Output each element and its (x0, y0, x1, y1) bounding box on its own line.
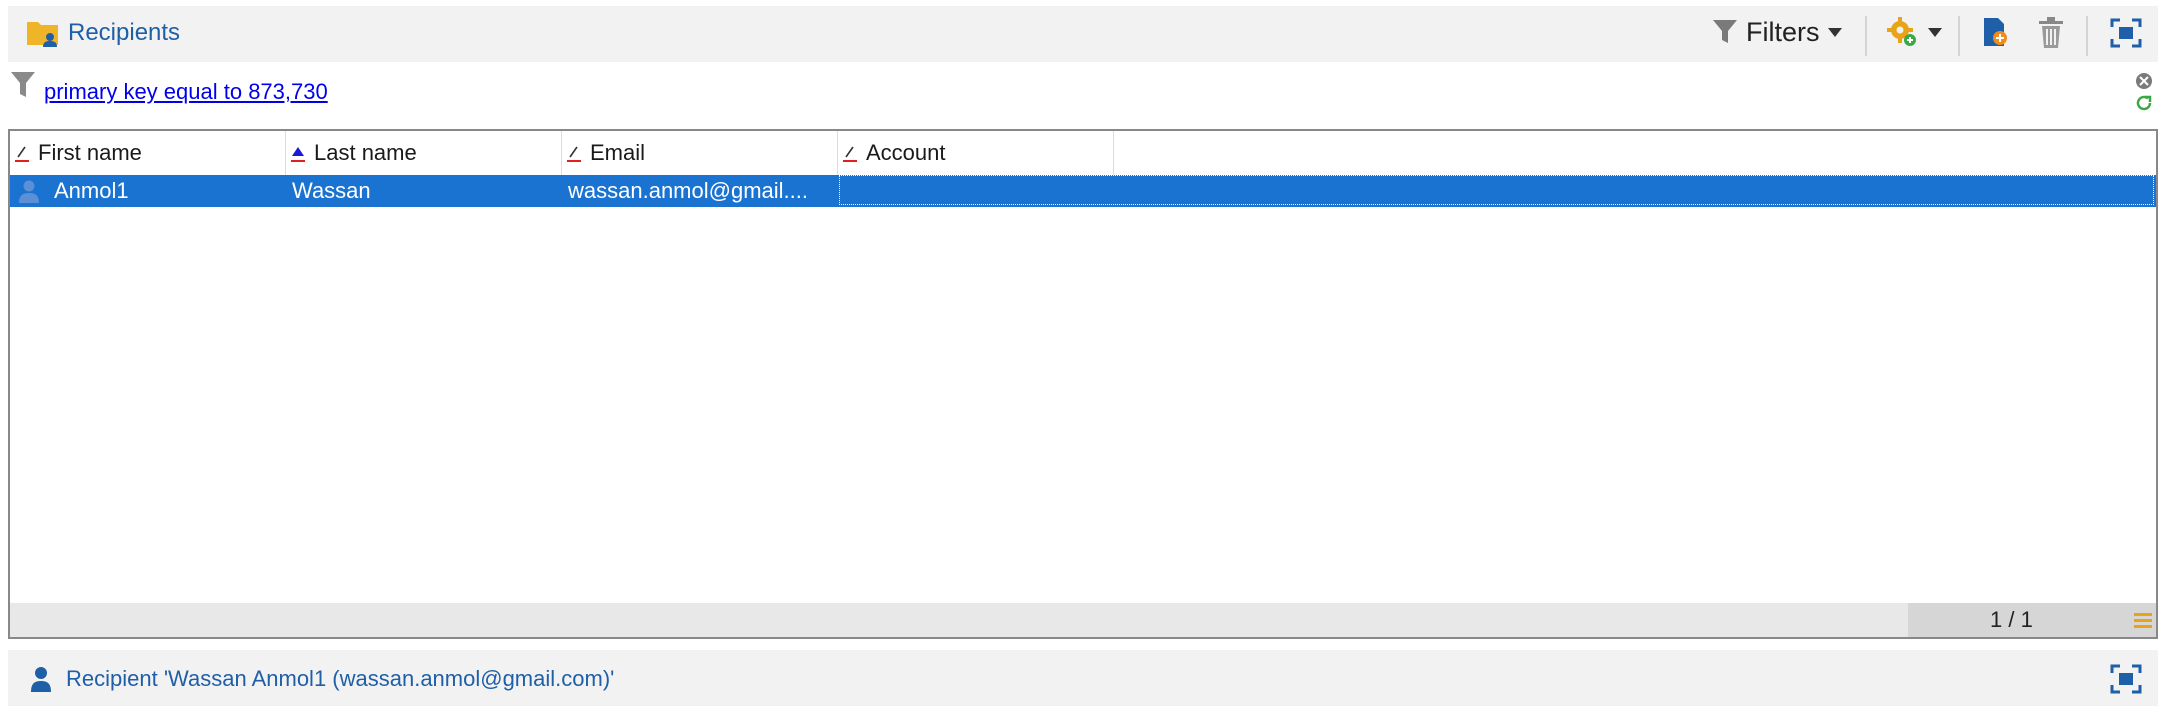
filters-label: Filters (1746, 16, 1820, 47)
list-title: Recipients (68, 19, 181, 46)
maximize-icon (2110, 664, 2142, 694)
sort-ascending-icon (291, 147, 305, 162)
trash-icon (2039, 17, 2063, 48)
page-indicator: 1 / 1 (1990, 607, 2033, 632)
filter-condition-link[interactable]: primary key equal to 873,730 (44, 79, 328, 105)
text-column-icon (843, 146, 857, 162)
cell-email: wassan.anmol@gmail.... (568, 178, 808, 203)
cell-first-name: Anmol1 (54, 178, 129, 203)
grid-footer: 1 / 1 (10, 603, 2156, 637)
column-header-email[interactable]: Email (562, 131, 838, 175)
column-label: Account (866, 140, 946, 165)
maximize-detail-button[interactable] (2110, 664, 2142, 699)
user-icon (31, 667, 51, 692)
column-label: Last name (314, 140, 417, 165)
selected-recipient-label: Recipient 'Wassan Anmol1 (wassan.anmol@g… (66, 666, 615, 691)
menu-icon[interactable] (2134, 611, 2152, 629)
settings-gear-icon (1887, 17, 1916, 46)
column-label: First name (38, 140, 142, 165)
table-row[interactable]: Anmol1 Wassan wassan.anmol@gmail.... (10, 175, 2156, 207)
toolbar-divider (1958, 16, 1960, 56)
funnel-icon (1713, 20, 1737, 43)
recipients-grid: First name Last name Email Account Anmol… (8, 129, 2158, 639)
chevron-down-icon[interactable] (1928, 27, 1942, 37)
list-title-area: Recipients (26, 18, 180, 48)
toolbar-divider (1865, 16, 1867, 56)
new-recipient-icon (1984, 18, 2007, 46)
clear-filter-icon[interactable] (2135, 72, 2153, 90)
new-recipient-button[interactable] (1980, 16, 2010, 53)
funnel-icon (11, 72, 35, 97)
column-header-first-name[interactable]: First name (10, 131, 286, 175)
refresh-icon[interactable] (2135, 94, 2153, 112)
column-label: Email (590, 140, 646, 165)
text-column-icon (567, 146, 581, 162)
grid-header: First name Last name Email Account (10, 131, 2156, 175)
filters-button[interactable]: Filters (1712, 14, 1842, 50)
maximize-button[interactable] (2110, 18, 2142, 53)
cell-account[interactable] (839, 175, 2154, 205)
maximize-icon (2110, 18, 2142, 48)
chevron-down-icon[interactable] (1827, 27, 1842, 37)
column-header-account[interactable]: Account (838, 131, 1114, 175)
text-column-icon (15, 146, 29, 162)
column-header-last-name[interactable]: Last name (286, 131, 562, 175)
cell-last-name: Wassan (292, 178, 371, 203)
folder-recipients-icon (27, 22, 58, 47)
actions-button[interactable] (1886, 16, 1942, 48)
delete-button[interactable] (2036, 16, 2066, 55)
toolbar-divider (2086, 16, 2088, 56)
user-icon (19, 180, 39, 203)
